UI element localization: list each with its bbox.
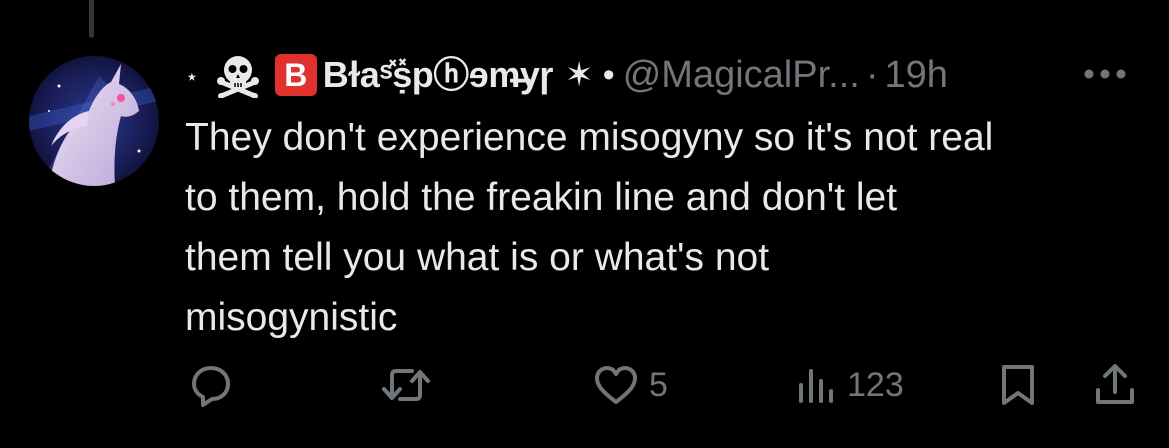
- bookmark-icon: [1002, 365, 1034, 405]
- views-chart-icon: [799, 369, 833, 403]
- author-display-name: B​ɫaˢ̽ṣ̽pⓗɘm̶yɼ: [322, 54, 554, 95]
- like-count: 5: [649, 365, 668, 404]
- views-count: 123: [847, 365, 904, 404]
- tweet-actions: 5 123: [185, 360, 1145, 410]
- share-button[interactable]: [1093, 360, 1137, 410]
- skull-crossbones-icon: [215, 52, 261, 99]
- heart-icon: [595, 366, 637, 404]
- name-suffix-symbols: ✶ •: [564, 56, 615, 94]
- tweet-header: ⋆: [185, 50, 1145, 100]
- reply-button[interactable]: [189, 360, 243, 410]
- b-letter-badge-icon: B: [274, 54, 317, 96]
- meta-separator: ·: [865, 54, 879, 96]
- tweet-timestamp[interactable]: 19h: [884, 50, 947, 100]
- reply-icon: [192, 366, 230, 407]
- share-icon: [1096, 364, 1134, 404]
- tweet-meta: @MagicalPr... · 19h: [623, 50, 954, 100]
- like-button[interactable]: 5: [593, 360, 668, 410]
- avatar[interactable]: [29, 56, 159, 186]
- bookmark-button[interactable]: [998, 360, 1038, 410]
- unicorn-avatar-image: [29, 56, 159, 186]
- thread-connector-line: [89, 0, 94, 38]
- tweet[interactable]: ⋆: [185, 50, 1145, 348]
- name-prefix-symbol: ⋆: [185, 64, 199, 89]
- more-options-icon[interactable]: [1083, 68, 1127, 80]
- author-handle[interactable]: @MagicalPr...: [623, 50, 860, 100]
- retweet-button[interactable]: [380, 360, 442, 410]
- retweet-icon: [382, 369, 430, 401]
- tweet-text: They don't experience misogyny so it's n…: [185, 116, 994, 339]
- author-name[interactable]: ⋆: [185, 50, 615, 100]
- views-button[interactable]: 123: [795, 360, 904, 410]
